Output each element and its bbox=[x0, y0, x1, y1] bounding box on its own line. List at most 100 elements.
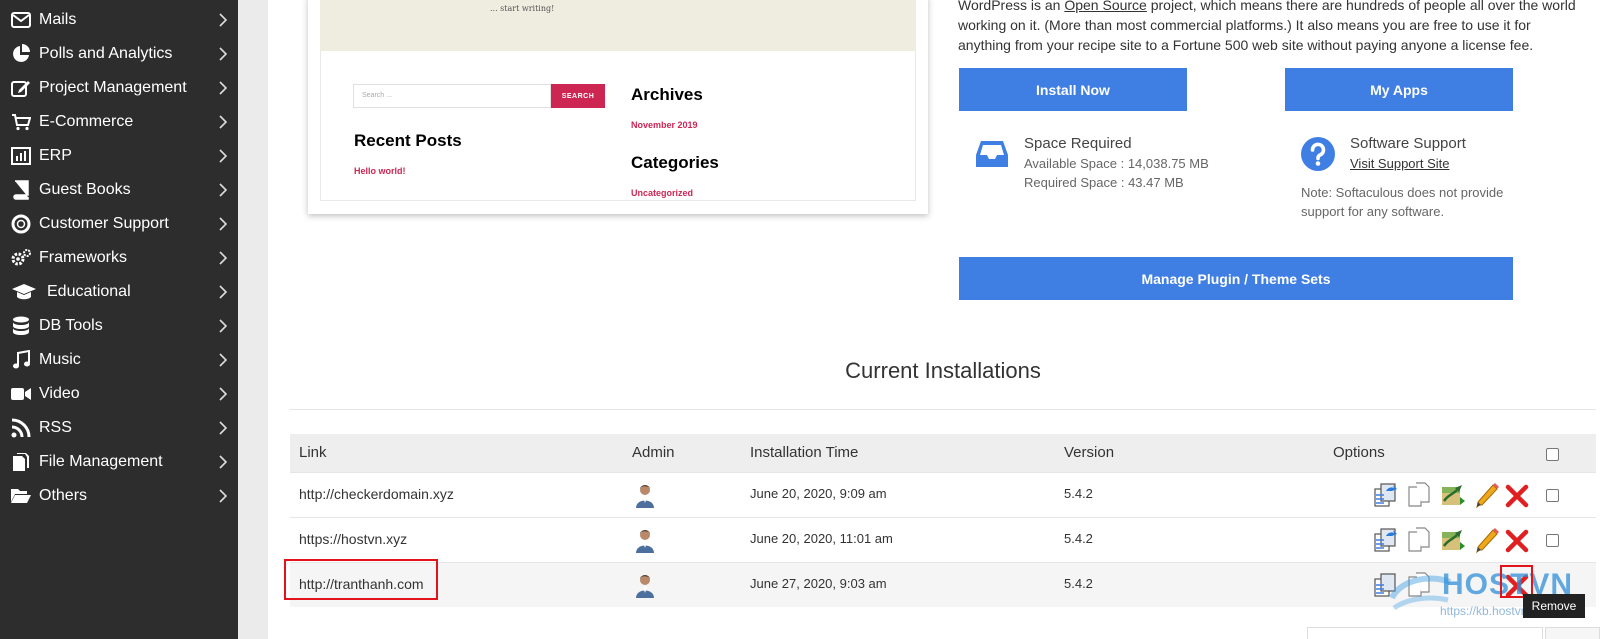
row-checkbox[interactable] bbox=[1546, 534, 1559, 547]
edit-pencil-icon[interactable] bbox=[1474, 481, 1500, 509]
install-now-button[interactable]: Install Now bbox=[959, 68, 1187, 111]
desc-text: working on it. (More than most commercia… bbox=[958, 17, 1531, 33]
installation-time: June 20, 2020, 11:01 am bbox=[750, 531, 893, 546]
sidebar-item-others[interactable]: Others bbox=[0, 479, 238, 513]
select-all-checkbox[interactable] bbox=[1546, 448, 1559, 461]
bar-chart-icon bbox=[10, 146, 32, 166]
preview-recent-heading: Recent Posts bbox=[354, 131, 462, 150]
staging-icon[interactable] bbox=[1440, 481, 1466, 509]
sidebar-item-label: Mails bbox=[39, 11, 77, 28]
installation-link[interactable]: https://hostvn.xyz bbox=[299, 531, 407, 547]
clone-icon[interactable] bbox=[1406, 481, 1432, 509]
sidebar-gutter bbox=[238, 0, 268, 639]
music-note-icon bbox=[10, 350, 32, 370]
desc-text: WordPress is an bbox=[958, 0, 1065, 13]
preview-archives-link: November 2019 bbox=[631, 120, 698, 130]
sidebar-item-label: Frameworks bbox=[39, 249, 128, 266]
sidebar-item-guest-books[interactable]: Guest Books bbox=[0, 173, 238, 207]
sidebar-item-label: RSS bbox=[39, 419, 72, 436]
admin-user-icon[interactable] bbox=[635, 483, 655, 509]
staging-icon[interactable] bbox=[1440, 526, 1466, 554]
chevron-right-icon bbox=[219, 115, 228, 129]
section-divider bbox=[290, 409, 1596, 410]
chevron-right-icon bbox=[219, 251, 228, 265]
chevron-right-icon bbox=[219, 421, 228, 435]
table-row: http://checkerdomain.xyz June 20, 2020, … bbox=[290, 472, 1596, 517]
installation-version: 5.4.2 bbox=[1064, 486, 1093, 501]
pie-chart-icon bbox=[10, 44, 32, 64]
app-description: WordPress is an Open Source project, whi… bbox=[958, 0, 1598, 55]
preview-categories-link: Uncategorized bbox=[631, 188, 694, 198]
sidebar-item-label: DB Tools bbox=[39, 317, 103, 334]
col-time-header: Installation Time bbox=[750, 444, 859, 461]
chevron-right-icon bbox=[219, 319, 228, 333]
sidebar-item-db-tools[interactable]: DB Tools bbox=[0, 309, 238, 343]
sidebar-item-label: Educational bbox=[47, 283, 131, 300]
folder-open-icon bbox=[10, 486, 32, 506]
remove-x-icon[interactable] bbox=[1504, 481, 1530, 509]
preview-categories-heading: Categories bbox=[631, 153, 719, 172]
installation-version: 5.4.2 bbox=[1064, 576, 1093, 591]
gears-icon bbox=[10, 248, 32, 268]
chevron-right-icon bbox=[219, 13, 228, 27]
question-circle-icon bbox=[1301, 137, 1335, 171]
chevron-right-icon bbox=[219, 455, 228, 469]
sidebar-item-erp[interactable]: ERP bbox=[0, 139, 238, 173]
open-source-link[interactable]: Open Source bbox=[1064, 0, 1147, 13]
installation-version: 5.4.2 bbox=[1064, 531, 1093, 546]
highlight-box-link bbox=[284, 559, 438, 600]
manage-plugin-theme-sets-button[interactable]: Manage Plugin / Theme Sets bbox=[959, 257, 1513, 300]
sidebar-item-label: File Management bbox=[39, 453, 163, 470]
support-note-line1: Note: Softaculous does not provide bbox=[1301, 185, 1504, 200]
sidebar-item-music[interactable]: Music bbox=[0, 343, 238, 377]
sidebar-item-polls[interactable]: Polls and Analytics bbox=[0, 37, 238, 71]
sidebar-item-frameworks[interactable]: Frameworks bbox=[0, 241, 238, 275]
installation-link[interactable]: http://checkerdomain.xyz bbox=[299, 486, 454, 502]
preview-search-input: Search ... bbox=[353, 84, 551, 108]
sidebar-item-mails[interactable]: Mails bbox=[0, 3, 238, 37]
backup-icon[interactable] bbox=[1372, 481, 1398, 509]
edit-icon bbox=[10, 78, 32, 98]
chevron-right-icon bbox=[219, 489, 228, 503]
sidebar-item-file-management[interactable]: File Management bbox=[0, 445, 238, 479]
visit-support-site-link[interactable]: Visit Support Site bbox=[1350, 156, 1449, 171]
lifebuoy-icon bbox=[10, 214, 32, 234]
chevron-right-icon bbox=[219, 81, 228, 95]
chevron-right-icon bbox=[219, 183, 228, 197]
software-support-title: Software Support bbox=[1350, 135, 1466, 152]
admin-user-icon[interactable] bbox=[635, 528, 655, 554]
sidebar-item-educational[interactable]: Educational bbox=[0, 275, 238, 309]
clone-icon[interactable] bbox=[1406, 526, 1432, 554]
file-icon bbox=[10, 452, 32, 472]
envelope-icon bbox=[10, 10, 32, 30]
sidebar-item-label: Others bbox=[39, 487, 88, 504]
sidebar-item-label: Project Management bbox=[39, 79, 187, 96]
sidebar: Mails Polls and Analytics Project Manage… bbox=[0, 0, 238, 639]
remove-x-icon[interactable] bbox=[1504, 526, 1530, 554]
video-camera-icon bbox=[10, 384, 32, 404]
support-note-line2: support for any software. bbox=[1301, 204, 1445, 219]
book-icon bbox=[10, 180, 32, 200]
rss-icon bbox=[10, 418, 32, 438]
sidebar-item-label: Guest Books bbox=[39, 181, 131, 198]
sidebar-item-label: E-Commerce bbox=[39, 113, 134, 130]
chevron-right-icon bbox=[219, 285, 228, 299]
col-admin-header: Admin bbox=[632, 444, 675, 461]
sidebar-item-rss[interactable]: RSS bbox=[0, 411, 238, 445]
sidebar-item-label: ERP bbox=[39, 147, 72, 164]
sidebar-item-ecommerce[interactable]: E-Commerce bbox=[0, 105, 238, 139]
sidebar-item-label: Video bbox=[39, 385, 80, 402]
desc-text: project, which means there are hundreds … bbox=[1146, 0, 1576, 13]
preview-content bbox=[320, 51, 916, 201]
sidebar-item-project-management[interactable]: Project Management bbox=[0, 71, 238, 105]
edit-pencil-icon[interactable] bbox=[1474, 526, 1500, 554]
backup-icon[interactable] bbox=[1372, 526, 1398, 554]
sidebar-item-video[interactable]: Video bbox=[0, 377, 238, 411]
sidebar-item-customer-support[interactable]: Customer Support bbox=[0, 207, 238, 241]
bulk-action-select[interactable] bbox=[1307, 627, 1543, 639]
row-checkbox[interactable] bbox=[1546, 489, 1559, 502]
admin-user-icon[interactable] bbox=[635, 573, 655, 599]
my-apps-button[interactable]: My Apps bbox=[1285, 68, 1513, 111]
space-required-title: Space Required bbox=[1024, 135, 1132, 152]
bulk-action-go-button[interactable] bbox=[1545, 627, 1600, 639]
